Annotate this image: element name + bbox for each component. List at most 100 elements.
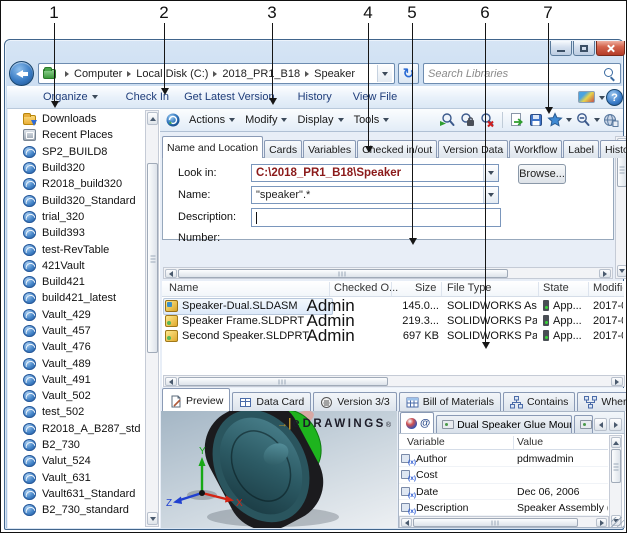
config-tab-dual-speaker-glue-mount[interactable]: Dual Speaker Glue Mount <box>436 415 572 433</box>
sidebar-item[interactable]: Vault631_Standard <box>11 486 143 502</box>
column-header-variable[interactable]: Variable <box>407 436 445 448</box>
tools-menu[interactable]: Tools <box>354 114 390 126</box>
sidebar-item[interactable]: Build320_Standard <box>11 192 143 208</box>
table-row[interactable]: Speaker-Dual.SLDASM Admin 145.0... SOLID… <box>162 298 624 313</box>
modify-menu[interactable]: Modify <box>245 114 287 126</box>
history-button[interactable]: History <box>298 91 332 103</box>
sidebar-item[interactable]: R2018_build320 <box>11 176 143 192</box>
scrollbar-thumb[interactable] <box>178 377 388 386</box>
file-list-horizontal-scrollbar[interactable] <box>163 375 625 387</box>
zoom-dropdown[interactable] <box>594 118 600 122</box>
sidebar-item[interactable]: Downloads <box>11 111 143 127</box>
close-button[interactable] <box>596 41 625 56</box>
tab-preview[interactable]: Preview <box>162 388 230 411</box>
search-tab[interactable]: Variables <box>303 140 356 158</box>
minimize-button[interactable] <box>550 41 572 56</box>
column-header-value[interactable]: Value <box>517 436 543 448</box>
sidebar-item[interactable]: test_502 <box>11 404 143 420</box>
breadcrumb-item[interactable]: Computer <box>60 68 122 80</box>
variable-row[interactable]: Cost <box>399 467 608 483</box>
search-tab[interactable]: Workflow <box>509 140 562 158</box>
sidebar-item[interactable]: SP2_BUILD8 <box>11 144 143 160</box>
help-button[interactable]: ? <box>606 89 623 106</box>
scroll-left-button[interactable] <box>165 377 177 386</box>
tab-data-card[interactable]: Data Card <box>232 392 311 411</box>
data-card-horizontal-scrollbar[interactable] <box>399 516 609 528</box>
sidebar-item[interactable]: Vault_476 <box>11 339 143 355</box>
view-file-button[interactable]: View File <box>353 91 397 103</box>
scroll-up-button[interactable] <box>611 437 621 448</box>
sidebar-item[interactable]: Build421 <box>11 274 143 290</box>
scroll-right-button[interactable] <box>611 377 623 386</box>
search-tab[interactable]: Name and Location <box>162 136 263 158</box>
browse-button[interactable]: Browse... <box>518 164 566 184</box>
variable-row[interactable]: Date Dec 06, 2006 <box>399 484 608 500</box>
cancel-search-icon[interactable] <box>479 112 496 128</box>
search-tab[interactable]: Cards <box>264 140 302 158</box>
zoom-out-search-icon[interactable] <box>575 112 591 128</box>
sidebar-item[interactable]: test-RevTable <box>11 241 143 257</box>
tab-where-used[interactable]: Where Used <box>577 392 627 411</box>
sidebar-item[interactable]: B2_730 <box>11 437 143 453</box>
tab-contains[interactable]: Contains <box>503 392 575 411</box>
view-options-icon[interactable] <box>578 91 595 103</box>
back-button[interactable] <box>9 61 34 86</box>
description-field[interactable] <box>251 208 501 227</box>
scroll-up-button[interactable] <box>147 112 158 125</box>
sidebar-item[interactable]: R2018_A_B287_std <box>11 421 143 437</box>
scrollbar-thumb[interactable] <box>413 518 578 527</box>
column-header-name[interactable]: Name <box>169 282 198 294</box>
sidebar-item[interactable]: Vault_502 <box>11 388 143 404</box>
tab-scroll-left-button[interactable] <box>594 418 607 431</box>
favorites-star-icon[interactable] <box>547 112 563 128</box>
sidebar-item[interactable]: Vault_491 <box>11 372 143 388</box>
address-dropdown-button[interactable] <box>377 65 392 82</box>
sidebar-item[interactable]: build421_latest <box>11 290 143 306</box>
search-tab[interactable]: Version Data <box>438 140 508 158</box>
sidebar-item[interactable]: 421Vault <box>11 258 143 274</box>
favorites-dropdown[interactable] <box>566 118 572 122</box>
tab-version[interactable]: Version 3/3 <box>313 392 397 411</box>
sidebar-item[interactable]: Vault_457 <box>11 323 143 339</box>
sidebar-item[interactable]: trial_320 <box>11 209 143 225</box>
breadcrumb-item[interactable]: Local Disk (C:) <box>122 68 208 80</box>
scroll-down-button[interactable] <box>147 512 158 525</box>
scroll-left-button[interactable] <box>165 269 177 278</box>
search-tab[interactable]: History <box>600 140 627 158</box>
open-search-result-icon[interactable] <box>509 112 525 128</box>
search-tab[interactable]: Label <box>563 140 599 158</box>
tab-scroll-right-button[interactable] <box>609 418 622 431</box>
look-in-field[interactable]: C:\2018_PR1_B18\Speaker <box>251 164 499 182</box>
sidebar-scrollbar[interactable] <box>145 110 159 527</box>
sidebar-item[interactable]: Build320 <box>11 160 143 176</box>
sidebar-item[interactable]: B2_730_standard <box>11 502 143 518</box>
config-tab-partial[interactable] <box>574 415 593 433</box>
sidebar-item[interactable]: Valut_524 <box>11 453 143 469</box>
search-favorites-icon[interactable] <box>459 112 476 128</box>
chevron-down-icon[interactable] <box>599 96 605 100</box>
actions-menu[interactable]: Actions <box>189 114 235 126</box>
name-field[interactable]: "speaker".* <box>251 186 499 204</box>
default-config-tab[interactable]: @ <box>400 412 434 433</box>
resize-grip[interactable] <box>611 517 624 528</box>
scrollbar-thumb[interactable] <box>178 269 508 278</box>
scroll-right-button[interactable] <box>596 518 607 527</box>
data-card-vertical-scrollbar[interactable] <box>609 435 622 528</box>
scrollbar-thumb[interactable] <box>611 449 621 483</box>
breadcrumb-item[interactable]: Speaker <box>300 68 355 80</box>
sidebar-item[interactable]: Vault_489 <box>11 355 143 371</box>
breadcrumb-item[interactable]: 2018_PR1_B18 <box>208 68 300 80</box>
table-row[interactable]: Second Speaker.SLDPRT Admin 697 KB SOLID… <box>162 328 624 343</box>
refresh-button[interactable]: ↻ <box>398 63 419 84</box>
sidebar-item[interactable]: Build393 <box>11 225 143 241</box>
address-bar[interactable]: ComputerLocal Disk (C:)2018_PR1_B18Speak… <box>38 63 395 84</box>
variable-row[interactable]: Description Speaker Assembly (Se <box>399 500 608 516</box>
display-menu[interactable]: Display <box>297 114 343 126</box>
tab-bill-of-materials[interactable]: Bill of Materials <box>399 392 501 411</box>
variable-row[interactable]: Author pdmwadmin <box>399 451 608 467</box>
scroll-right-button[interactable] <box>599 269 611 278</box>
column-header-size[interactable]: Size <box>415 282 436 294</box>
sidebar-item[interactable]: Vault_429 <box>11 307 143 323</box>
scroll-left-button[interactable] <box>401 518 412 527</box>
maximize-button[interactable] <box>573 41 595 56</box>
